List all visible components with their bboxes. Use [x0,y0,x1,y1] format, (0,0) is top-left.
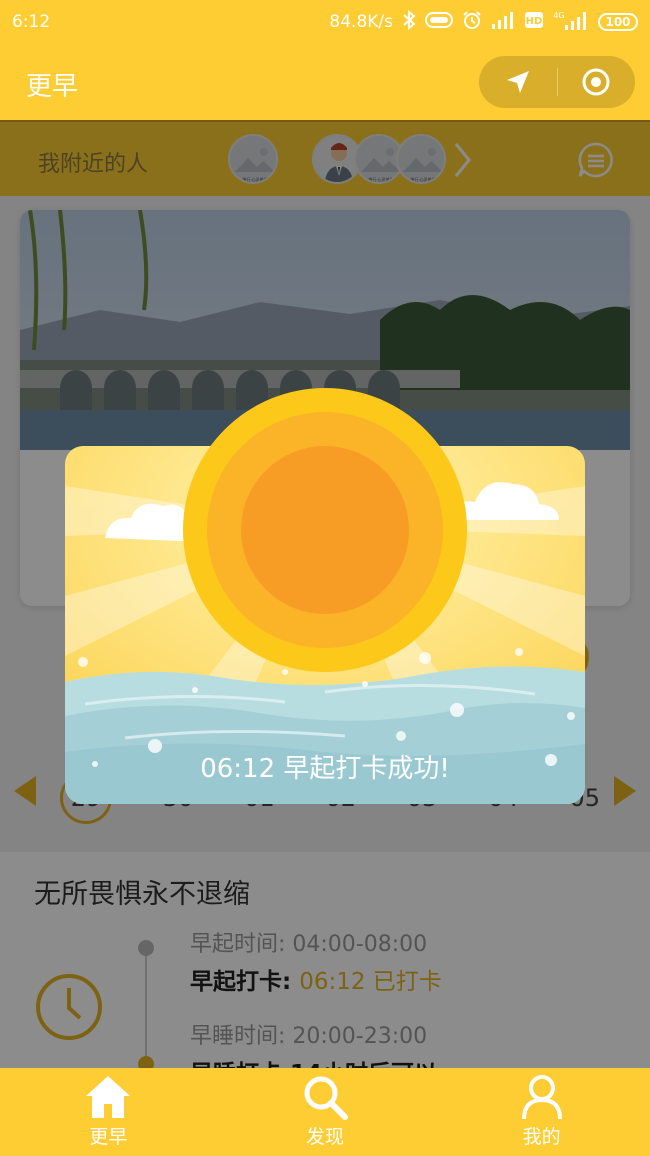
signal-icon [491,11,515,34]
check-in-success-message: 06:12 早起打卡成功! [200,754,450,784]
tab-discover[interactable]: 发现 [217,1068,434,1156]
mini-program-capsule [479,56,635,108]
status-bar: 6:12 84.8K/s HD 4G 100 [0,0,650,44]
status-icons: 84.8K/s HD 4G 100 [329,9,638,36]
bluetooth-icon [402,9,416,35]
signal-4g-icon: 4G [553,9,589,36]
battery-indicator: 100 [598,13,638,31]
hd-icon: HD [524,11,544,34]
toggle-icon [425,11,453,33]
home-icon [86,1076,131,1118]
network-type-label: 4G [553,11,564,20]
bottom-tab-bar: 更早 发现 我的 [0,1068,650,1156]
location-button[interactable] [479,56,557,108]
tab-me[interactable]: 我的 [433,1068,650,1156]
svg-text:HD: HD [526,16,543,27]
page-title: 更早 [26,72,79,102]
search-icon [304,1076,348,1120]
status-time: 6:12 [12,12,51,32]
alarm-icon [462,10,482,35]
tab-home[interactable]: 更早 [0,1068,217,1156]
close-miniprogram-button[interactable] [558,56,636,108]
network-speed: 84.8K/s [329,12,393,32]
tab-home-label: 更早 [89,1126,128,1148]
sun-icon [183,388,467,676]
target-icon [582,68,610,96]
tab-discover-label: 发现 [306,1126,345,1148]
app-header: 更早 [0,44,650,120]
tab-me-label: 我的 [522,1126,561,1148]
location-arrow-icon [506,71,529,93]
user-icon [521,1075,562,1120]
